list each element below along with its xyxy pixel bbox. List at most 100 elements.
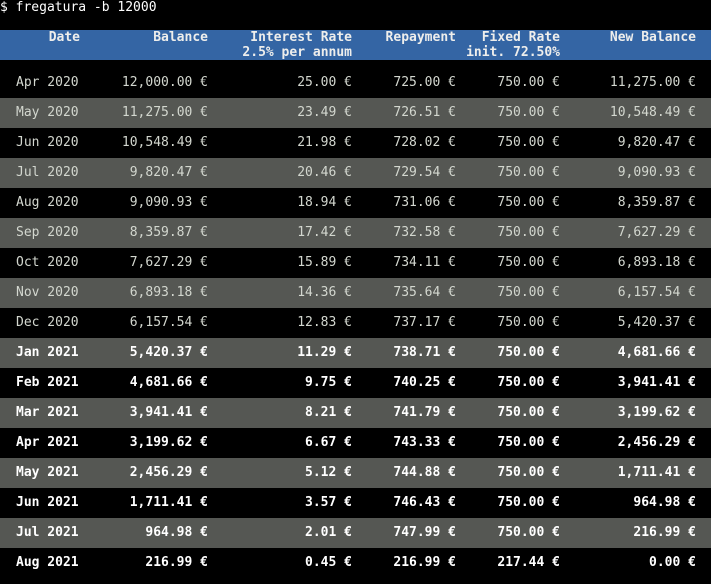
table-body: Apr 2020 12,000.00 € 25.00 € 725.00 € 75… [0,68,711,578]
table-row: Aug 2020 9,090.93 € 18.94 € 731.06 € 750… [0,188,711,218]
header-date: Date [48,30,80,45]
cell-balance: 2,456.29 € [129,465,208,480]
cell-repayment: 216.99 € [393,555,456,570]
cell-date: Jun 2020 [16,135,79,150]
table-row: Jun 2021 1,711.41 € 3.57 € 746.43 € 750.… [0,488,711,518]
cell-fixed: 750.00 € [497,75,560,90]
cell-new-balance: 11,275.00 € [609,75,696,90]
cell-interest: 17.42 € [297,225,352,240]
cell-interest: 23.49 € [297,105,352,120]
cell-interest: 20.46 € [297,165,352,180]
cell-interest: 9.75 € [305,375,352,390]
cell-interest: 25.00 € [297,75,352,90]
cell-fixed: 750.00 € [497,495,560,510]
cell-repayment: 725.00 € [393,75,456,90]
cell-balance: 1,711.41 € [129,495,208,510]
table-row: Apr 2021 3,199.62 € 6.67 € 743.33 € 750.… [0,428,711,458]
table-row: Nov 2020 6,893.18 € 14.36 € 735.64 € 750… [0,278,711,308]
cell-date: Aug 2021 [16,555,79,570]
cell-interest: 6.67 € [305,435,352,450]
cell-fixed: 750.00 € [497,315,560,330]
table-row: Dec 2020 6,157.54 € 12.83 € 737.17 € 750… [0,308,711,338]
cell-balance: 3,941.41 € [129,405,208,420]
cell-interest: 21.98 € [297,135,352,150]
header-new-balance: New Balance [609,30,696,45]
cell-interest: 0.45 € [305,555,352,570]
header-repayment-cell: Repayment [370,30,456,60]
cell-new-balance: 3,941.41 € [617,375,696,390]
cell-fixed: 750.00 € [497,375,560,390]
cell-date: Apr 2020 [16,75,79,90]
table-row: Jan 2021 5,420.37 € 11.29 € 738.71 € 750… [0,338,711,368]
table-row: Oct 2020 7,627.29 € 15.89 € 734.11 € 750… [0,248,711,278]
cell-date: Dec 2020 [16,315,79,330]
cell-balance: 6,157.54 € [129,315,208,330]
cell-new-balance: 9,090.93 € [617,165,696,180]
cell-balance: 6,893.18 € [129,285,208,300]
cell-interest: 12.83 € [297,315,352,330]
cell-date: Aug 2020 [16,195,79,210]
table-row: May 2020 11,275.00 € 23.49 € 726.51 € 75… [0,98,711,128]
cell-repayment: 734.11 € [393,255,456,270]
cell-fixed: 750.00 € [497,525,560,540]
cell-interest: 14.36 € [297,285,352,300]
cell-balance: 11,275.00 € [121,105,208,120]
cell-repayment: 732.58 € [393,225,456,240]
cell-fixed: 750.00 € [497,345,560,360]
cell-new-balance: 2,456.29 € [617,435,696,450]
cell-repayment: 747.99 € [393,525,456,540]
cell-fixed: 750.00 € [497,135,560,150]
cell-fixed: 750.00 € [497,285,560,300]
cell-interest: 11.29 € [297,345,352,360]
table-header: Date Balance Interest Rate 2.5% per annu… [0,30,711,60]
table-row: Mar 2021 3,941.41 € 8.21 € 741.79 € 750.… [0,398,711,428]
table-row: Apr 2020 12,000.00 € 25.00 € 725.00 € 75… [0,68,711,98]
cell-repayment: 740.25 € [393,375,456,390]
cell-fixed: 217.44 € [497,555,560,570]
cell-balance: 9,820.47 € [129,165,208,180]
table-row: Jul 2021 964.98 € 2.01 € 747.99 € 750.00… [0,518,711,548]
header-balance: Balance [153,30,208,45]
cell-new-balance: 6,157.54 € [617,285,696,300]
header-repayment: Repayment [385,30,456,45]
cell-repayment: 728.02 € [393,135,456,150]
cell-new-balance: 5,420.37 € [617,315,696,330]
cell-date: Jul 2021 [16,525,79,540]
header-fixed-sub: init. 72.50% [466,45,560,60]
cell-balance: 4,681.66 € [129,375,208,390]
cell-new-balance: 8,359.87 € [617,195,696,210]
cell-repayment: 741.79 € [393,405,456,420]
cell-new-balance: 7,627.29 € [617,225,696,240]
cell-repayment: 744.88 € [393,465,456,480]
table-row: May 2021 2,456.29 € 5.12 € 744.88 € 750.… [0,458,711,488]
cell-date: May 2020 [16,105,79,120]
table-row: Feb 2021 4,681.66 € 9.75 € 740.25 € 750.… [0,368,711,398]
table-row: Jun 2020 10,548.49 € 21.98 € 728.02 € 75… [0,128,711,158]
cell-balance: 8,359.87 € [129,225,208,240]
cell-new-balance: 964.98 € [633,495,696,510]
cell-interest: 18.94 € [297,195,352,210]
cell-repayment: 738.71 € [393,345,456,360]
cell-fixed: 750.00 € [497,435,560,450]
cell-repayment: 746.43 € [393,495,456,510]
cell-interest: 15.89 € [297,255,352,270]
cell-balance: 216.99 € [145,555,208,570]
header-interest-sub: 2.5% per annum [242,45,352,60]
cell-fixed: 750.00 € [497,165,560,180]
cell-date: Mar 2021 [16,405,79,420]
cell-date: Nov 2020 [16,285,79,300]
cell-balance: 9,090.93 € [129,195,208,210]
header-fixed: Fixed Rate [481,30,560,45]
cell-fixed: 750.00 € [497,195,560,210]
cell-new-balance: 10,548.49 € [609,105,696,120]
cell-balance: 12,000.00 € [121,75,208,90]
table-row: Jul 2020 9,820.47 € 20.46 € 729.54 € 750… [0,158,711,188]
table-row: Sep 2020 8,359.87 € 17.42 € 732.58 € 750… [0,218,711,248]
header-interest-cell: Interest Rate 2.5% per annum [230,30,352,60]
cell-date: Feb 2021 [16,375,79,390]
cell-fixed: 750.00 € [497,255,560,270]
cell-interest: 2.01 € [305,525,352,540]
cell-new-balance: 3,199.62 € [617,405,696,420]
terminal-command-line: $ fregatura -b 12000 [0,0,157,15]
header-balance-cell: Balance [100,30,208,60]
